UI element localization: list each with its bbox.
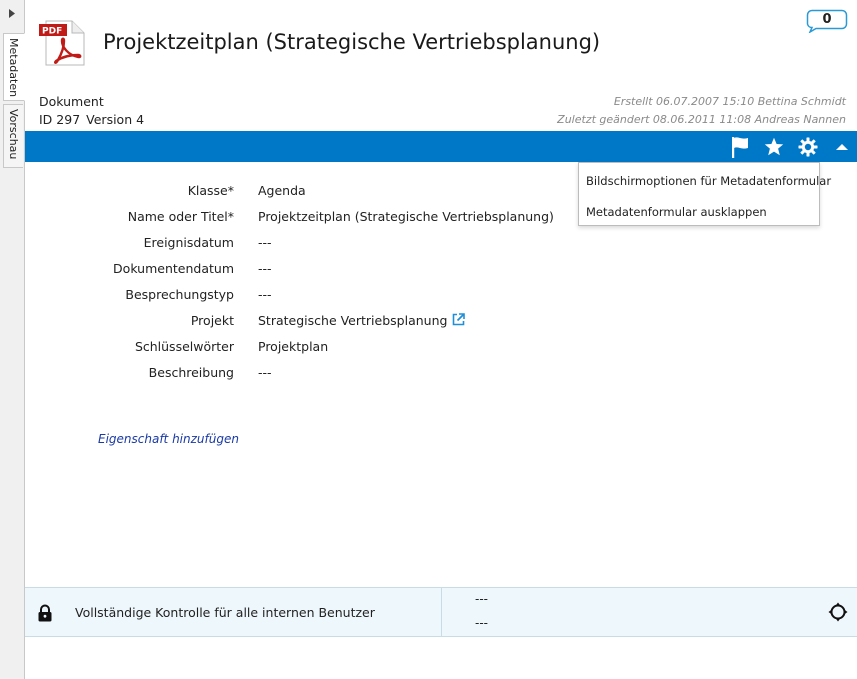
- settings-dropdown-menu: Bildschirmoptionen für Metadatenformular…: [578, 162, 831, 226]
- comment-count[interactable]: 0: [806, 9, 848, 30]
- field-value-schluesselwoerter[interactable]: Projektplan: [258, 339, 328, 354]
- flag-icon[interactable]: [728, 135, 752, 159]
- created-info: Erstellt 06.07.2007 15:10 Bettina Schmid…: [613, 95, 846, 108]
- field-label-besprechungstyp: Besprechungstyp: [125, 287, 234, 302]
- field-value-dokumentendatum[interactable]: ---: [258, 261, 272, 276]
- field-value-name[interactable]: Projektzeitplan (Strategische Vertriebsp…: [258, 209, 554, 224]
- star-icon[interactable]: [762, 135, 786, 159]
- external-link-icon[interactable]: [452, 313, 466, 329]
- field-label-schluesselwoerter: Schlüsselwörter: [134, 339, 234, 354]
- tab-metadaten-label: Metadaten: [7, 38, 20, 98]
- document-id-version: ID 297 Version 4: [39, 112, 150, 127]
- field-value-projekt: Strategische Vertriebsplanung: [258, 313, 466, 329]
- permission-text: Vollständige Kontrolle für alle internen…: [75, 605, 375, 620]
- permissions-bar: Vollständige Kontrolle für alle internen…: [25, 587, 857, 637]
- document-id: ID 297: [39, 112, 81, 127]
- field-label-klasse: Klasse*: [187, 183, 234, 198]
- menu-item-expand-form[interactable]: Metadatenformular ausklappen: [586, 205, 767, 219]
- add-property-link[interactable]: Eigenschaft hinzufügen: [98, 432, 239, 446]
- field-label-projekt: Projekt: [190, 313, 234, 328]
- gear-icon[interactable]: [796, 135, 820, 159]
- field-label-dokumentendatum: Dokumentendatum: [113, 261, 234, 276]
- field-label-beschreibung: Beschreibung: [148, 365, 234, 380]
- tab-metadaten[interactable]: Metadaten: [3, 33, 25, 101]
- project-link[interactable]: Strategische Vertriebsplanung: [258, 313, 447, 328]
- tab-vorschau[interactable]: Vorschau: [3, 104, 23, 168]
- side-tab-strip: Metadaten Vorschau: [0, 0, 25, 679]
- changed-info: Zuletzt geändert 08.06.2011 11:08 Andrea…: [557, 113, 846, 126]
- field-value-besprechungstyp[interactable]: ---: [258, 287, 272, 302]
- field-label-ereignisdatum: Ereignisdatum: [143, 235, 234, 250]
- menu-item-screen-options[interactable]: Bildschirmoptionen für Metadatenformular: [586, 174, 831, 188]
- document-version: Version 4: [86, 112, 145, 127]
- permissions-divider: [441, 588, 442, 636]
- collapse-up-icon[interactable]: [830, 135, 854, 159]
- field-label-name: Name oder Titel*: [127, 209, 234, 224]
- field-value-ereignisdatum[interactable]: ---: [258, 235, 272, 250]
- pdf-badge-text: PDF: [42, 27, 62, 37]
- field-value-beschreibung[interactable]: ---: [258, 365, 272, 380]
- target-crosshair-icon[interactable]: [828, 602, 848, 622]
- action-toolbar: [25, 131, 857, 162]
- lock-icon: [37, 604, 53, 622]
- field-value-klasse[interactable]: Agenda: [258, 183, 306, 198]
- permission-value-2: ---: [475, 616, 488, 630]
- tab-vorschau-label: Vorschau: [7, 109, 20, 160]
- document-type: Dokument: [39, 94, 104, 109]
- pdf-file-icon: PDF: [38, 20, 86, 66]
- page-title: Projektzeitplan (Strategische Vertriebsp…: [103, 30, 601, 54]
- permission-value-1: ---: [475, 592, 488, 606]
- expand-panel-icon[interactable]: [6, 6, 18, 20]
